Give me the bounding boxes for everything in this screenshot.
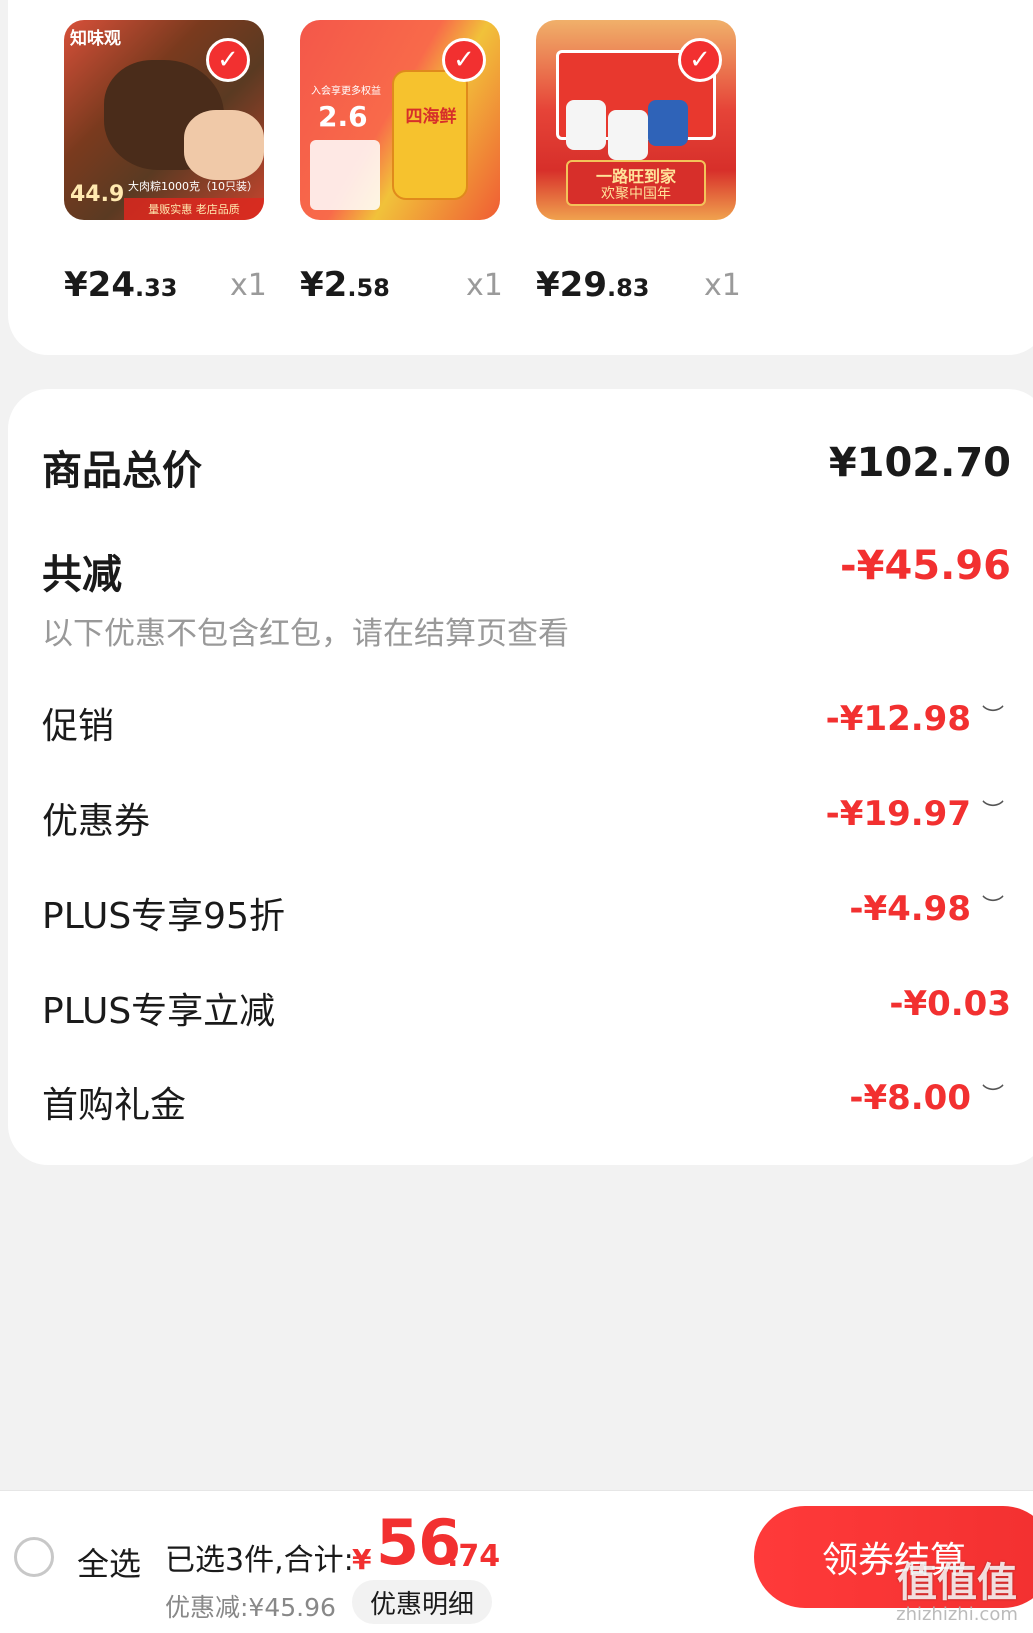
- row-value-plus-reduction: -¥0.03: [889, 984, 1011, 1024]
- product-qty-2: x1: [466, 268, 503, 303]
- product-image-1-price: 44.9: [70, 182, 125, 207]
- watermark-url: zhizhizhi.com: [896, 1604, 1018, 1625]
- row-value-coupon[interactable]: -¥19.97: [826, 794, 971, 834]
- row-value-plus-discount[interactable]: -¥4.98: [849, 889, 971, 929]
- chevron-down-icon[interactable]: ︶: [982, 1086, 1004, 1108]
- total-price-label: 商品总价: [42, 448, 202, 494]
- product-image-1[interactable]: 知味观 44.9 大肉粽1000克（10只装） 量贩实惠 老店品质 ✓: [64, 20, 264, 220]
- row-value-promotion[interactable]: -¥12.98: [826, 699, 971, 739]
- chevron-down-icon[interactable]: ︶: [982, 707, 1004, 729]
- check-icon[interactable]: ✓: [442, 38, 486, 82]
- watermark-logo: 值值值: [897, 1560, 1017, 1606]
- product-price-2: ¥2.58: [300, 265, 390, 305]
- total-currency: ¥: [352, 1543, 372, 1576]
- product-image-2-caption: 入会享更多权益: [311, 86, 381, 97]
- check-icon[interactable]: ✓: [678, 38, 722, 82]
- product-image-1-caption: 大肉粽1000克（10只装）: [128, 180, 258, 193]
- discount-total-value: -¥45.96: [840, 543, 1011, 589]
- row-label-plus-discount[interactable]: PLUS专享95折: [42, 887, 285, 939]
- chevron-down-icon[interactable]: ︶: [982, 802, 1004, 824]
- total-amount-decimal: .74: [447, 1539, 501, 1574]
- row-label-first-purchase[interactable]: 首购礼金: [42, 1076, 186, 1128]
- product-image-2[interactable]: 四海鲜 入会享更多权益 2.6 ✓: [300, 20, 500, 220]
- product-price-1: ¥24.33: [64, 265, 178, 305]
- row-label-plus-reduction: PLUS专享立减: [42, 991, 276, 1032]
- row-label-coupon[interactable]: 优惠券: [42, 792, 150, 844]
- row-label-promotion[interactable]: 促销: [42, 697, 114, 749]
- discount-note: 以下优惠不包含红包，请在结算页查看: [42, 616, 569, 652]
- discount-detail-button[interactable]: 优惠明细: [352, 1580, 492, 1624]
- row-value-first-purchase[interactable]: -¥8.00: [849, 1078, 971, 1118]
- checkout-bar: 全选 已选3件,合计: ¥ 56 .74 优惠减:¥45.96 优惠明细 领券结…: [0, 1490, 1033, 1633]
- check-icon[interactable]: ✓: [206, 38, 250, 82]
- product-qty-3: x1: [704, 268, 741, 303]
- product-image-2-price: 2.6: [318, 100, 368, 133]
- product-image-3[interactable]: 一路旺到家 欢聚中国年 ✓: [536, 20, 736, 220]
- select-all-label[interactable]: 全选: [77, 1539, 141, 1585]
- product-image-3-caption: 欢聚中国年: [601, 186, 671, 202]
- product-image-1-brand: 知味观: [70, 29, 121, 49]
- product-image-1-tag: 量贩实惠 老店品质: [124, 198, 264, 220]
- select-all-radio[interactable]: [14, 1537, 54, 1577]
- discount-label: 共减: [42, 552, 122, 598]
- product-qty-1: x1: [230, 268, 267, 303]
- total-price-value: ¥102.70: [828, 440, 1011, 486]
- saved-amount-text: 优惠减:¥45.96: [165, 1593, 336, 1622]
- selected-count-text: 已选3件,合计:: [165, 1543, 354, 1578]
- price-summary-card: [8, 389, 1033, 1165]
- product-price-3: ¥29.83: [536, 265, 650, 305]
- chevron-down-icon[interactable]: ︶: [982, 897, 1004, 919]
- product-image-2-brand: 四海鲜: [405, 107, 457, 127]
